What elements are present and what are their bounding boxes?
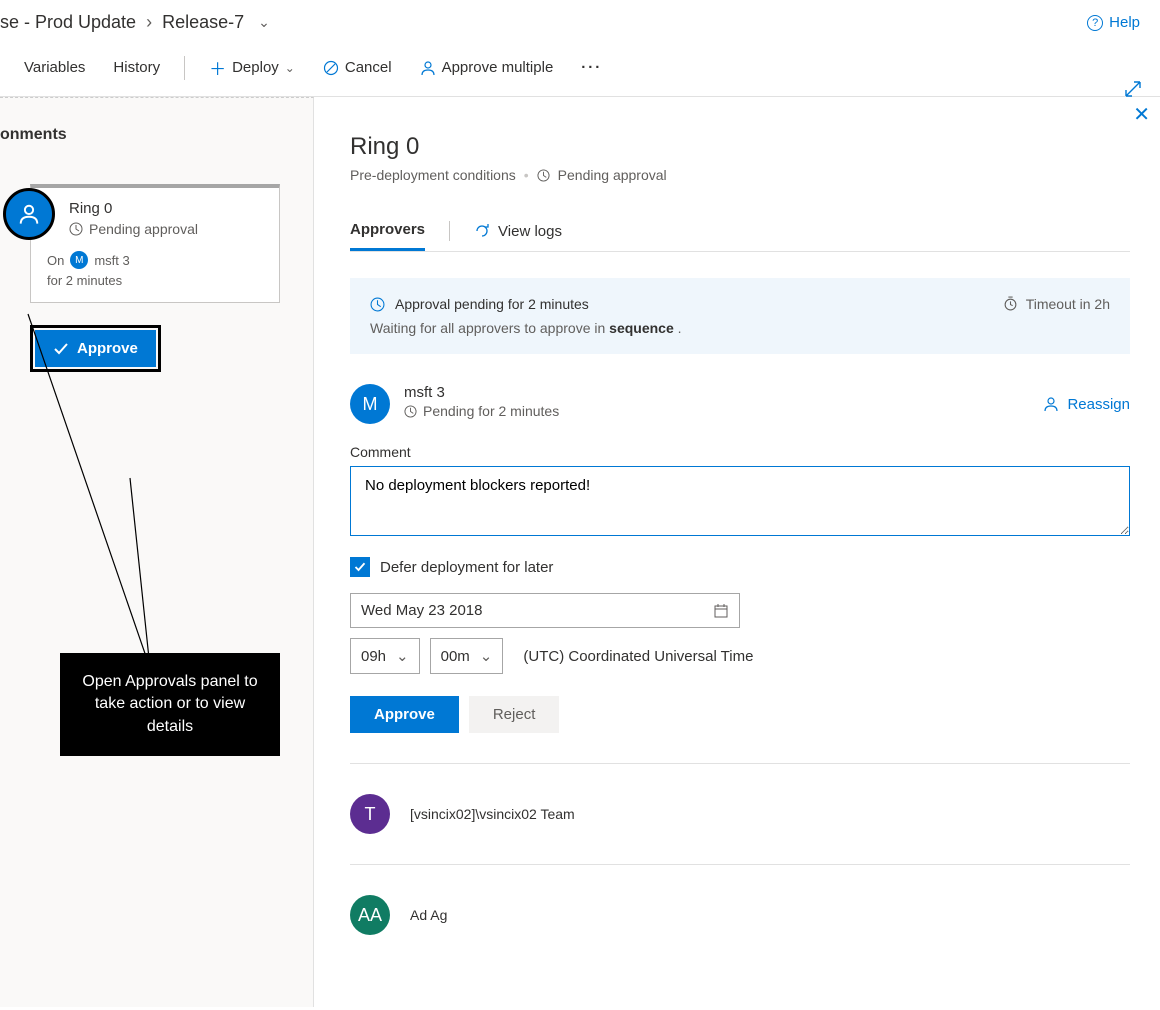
banner-timeout: Timeout in 2h <box>1003 296 1110 336</box>
defer-row[interactable]: Defer deployment for later <box>350 557 1130 577</box>
comment-input[interactable] <box>350 466 1130 536</box>
toolbar-variables[interactable]: Variables <box>14 53 95 82</box>
tab-approvers[interactable]: Approvers <box>350 211 425 251</box>
approve-highlight: Approve <box>30 325 161 372</box>
defer-checkbox[interactable] <box>350 557 370 577</box>
toolbar-deploy[interactable]: ＋ Deploy ⌄ <box>199 49 305 86</box>
chevron-down-icon[interactable]: ⌄ <box>258 14 270 31</box>
stage-card[interactable]: Ring 0 Pending approval On M msft 3 for … <box>30 184 280 303</box>
toolbar-cancel-label: Cancel <box>345 59 392 76</box>
plus-icon: ＋ <box>209 55 226 80</box>
comment-label: Comment <box>350 444 1130 460</box>
stage-meta: On M msft 3 <box>47 251 265 269</box>
clock-icon <box>370 297 385 312</box>
panel-sub2: Pending approval <box>558 167 667 183</box>
defer-label: Defer deployment for later <box>380 559 553 576</box>
divider <box>350 763 1130 764</box>
panel-subtitle: Pre-deployment conditions • Pending appr… <box>350 167 1130 183</box>
check-icon <box>53 341 69 357</box>
panel-tabs: Approvers View logs <box>350 211 1130 252</box>
team-name: Ad Ag <box>410 907 447 923</box>
section-title: onments <box>0 112 313 156</box>
hour-input[interactable]: 09h ⌄ <box>350 638 420 674</box>
cancel-icon <box>323 60 339 76</box>
date-value: Wed May 23 2018 <box>361 602 482 619</box>
chevron-down-icon: ⌄ <box>480 647 493 665</box>
check-icon <box>354 561 366 573</box>
approver-avatar: M <box>350 384 390 424</box>
stage-duration: for 2 minutes <box>47 273 265 288</box>
chevron-down-icon: ⌄ <box>285 61 295 75</box>
banner-line1: Approval pending for 2 minutes <box>395 296 589 312</box>
divider <box>350 864 1130 865</box>
toolbar-deploy-label: Deploy <box>232 59 279 76</box>
person-icon <box>420 60 436 76</box>
stage-status-label: Pending approval <box>89 221 198 237</box>
main: onments Ring 0 Pending approval <box>0 97 1160 1007</box>
help-icon: ? <box>1087 15 1103 31</box>
breadcrumb: se - Prod Update › Release-7 ⌄ <box>0 0 1160 41</box>
team-name: [vsincix02]\vsincix02 Team <box>410 806 575 822</box>
clock-icon <box>404 405 417 418</box>
team-row-2: AA Ad Ag <box>350 895 1130 935</box>
help-link[interactable]: ? Help <box>1087 14 1140 31</box>
person-icon <box>1043 396 1059 412</box>
toolbar-approve-multiple-label: Approve multiple <box>442 59 554 76</box>
approver-pending: Pending for 2 minutes <box>423 403 559 419</box>
approver-row: M msft 3 Pending for 2 minutes <box>350 384 1130 424</box>
panel-reject-button[interactable]: Reject <box>469 696 560 733</box>
toolbar-approve-multiple[interactable]: Approve multiple <box>410 53 564 82</box>
approver-status: Pending for 2 minutes <box>404 403 559 419</box>
breadcrumb-item-1[interactable]: se - Prod Update <box>0 12 136 33</box>
dot-separator: • <box>524 167 529 183</box>
tab-view-logs[interactable]: View logs <box>474 211 562 251</box>
approve-button[interactable]: Approve <box>35 330 156 367</box>
tab-divider <box>449 221 450 241</box>
team-avatar: AA <box>350 895 390 935</box>
close-icon[interactable]: ✕ <box>1133 102 1150 127</box>
panel-sub1: Pre-deployment conditions <box>350 167 516 183</box>
stage-on-label: On <box>47 253 64 268</box>
arrow-icon <box>474 223 490 239</box>
team-row-1: T [vsincix02]\vsincix02 Team <box>350 794 1130 834</box>
minute-input[interactable]: 00m ⌄ <box>430 638 504 674</box>
breadcrumb-item-2[interactable]: Release-7 <box>162 12 244 33</box>
clock-icon <box>69 222 83 236</box>
status-banner: Approval pending for 2 minutes Waiting f… <box>350 278 1130 354</box>
approvals-panel: ✕ Ring 0 Pre-deployment conditions • Pen… <box>314 97 1160 1007</box>
panel-title: Ring 0 <box>350 133 1130 161</box>
clock-icon <box>537 169 550 182</box>
help-label: Help <box>1109 14 1140 31</box>
team-avatar: T <box>350 794 390 834</box>
chevron-right-icon: › <box>146 12 152 33</box>
person-icon <box>18 203 40 225</box>
approve-button-label: Approve <box>77 340 138 357</box>
chevron-down-icon: ⌄ <box>396 647 409 665</box>
calendar-icon <box>713 603 729 619</box>
reassign-label: Reassign <box>1067 396 1130 413</box>
toolbar: Variables History ＋ Deploy ⌄ Cancel Appr… <box>0 41 1160 97</box>
agent-avatar: M <box>70 251 88 269</box>
stage-person-badge[interactable] <box>3 188 55 240</box>
timezone-label: (UTC) Coordinated Universal Time <box>523 648 753 665</box>
stage-agent: msft 3 <box>94 253 129 268</box>
minute-value: 00m <box>441 648 470 665</box>
timer-icon <box>1003 296 1018 311</box>
tab-viewlogs-label: View logs <box>498 223 562 240</box>
toolbar-history[interactable]: History <box>103 53 170 82</box>
stage-name: Ring 0 <box>69 200 265 217</box>
hour-value: 09h <box>361 648 386 665</box>
date-input[interactable]: Wed May 23 2018 <box>350 593 740 628</box>
reassign-link[interactable]: Reassign <box>1043 384 1130 424</box>
stage-status: Pending approval <box>69 221 265 237</box>
left-column: onments Ring 0 Pending approval <box>0 97 314 1007</box>
toolbar-divider <box>184 56 185 80</box>
banner-timeout-label: Timeout in 2h <box>1026 296 1110 312</box>
panel-approve-button[interactable]: Approve <box>350 696 459 733</box>
toolbar-cancel[interactable]: Cancel <box>313 53 402 82</box>
approver-name: msft 3 <box>404 384 559 401</box>
annotation-callout: Open Approvals panel to take action or t… <box>60 653 280 756</box>
toolbar-more[interactable]: ··· <box>571 53 612 82</box>
banner-line2: Waiting for all approvers to approve in … <box>370 320 682 336</box>
